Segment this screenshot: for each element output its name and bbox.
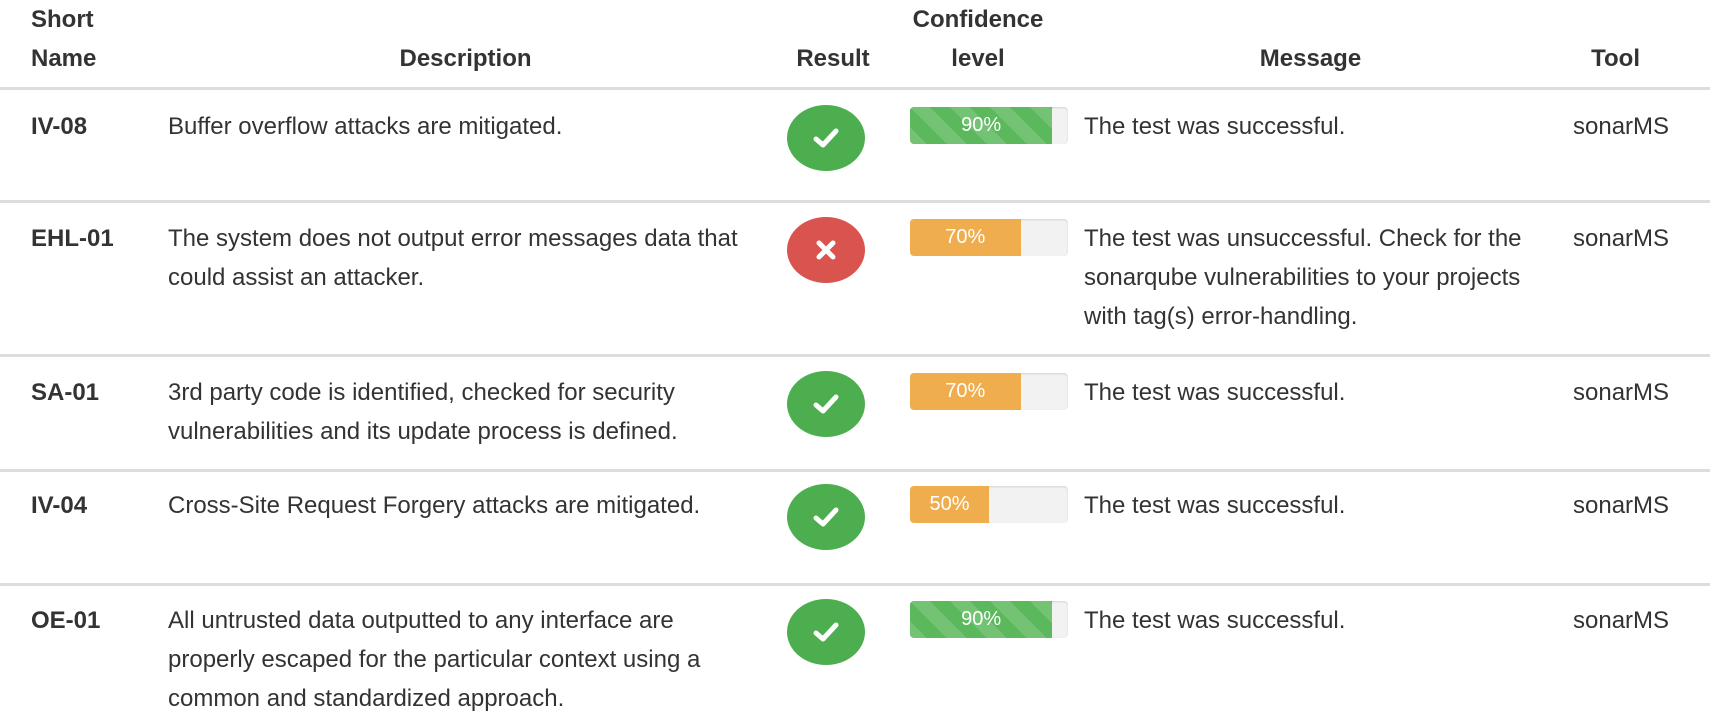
message: The test was successful. (1068, 88, 1553, 203)
header-short-name[interactable]: Short Name (0, 0, 153, 90)
description: Cross-Site Request Forgery attacks are m… (153, 470, 778, 586)
result-cell (778, 470, 888, 586)
message: The test was unsuccessful. Check for the… (1068, 201, 1553, 357)
confidence-cell: 70% (888, 201, 1068, 357)
header-result[interactable]: Result (778, 0, 888, 90)
short-name: EHL-01 (0, 201, 153, 357)
header-short-name-line2: Name (31, 45, 97, 72)
result-cell (778, 355, 888, 472)
message: The test was successful. (1068, 470, 1553, 586)
short-name: SA-01 (0, 355, 153, 472)
table-row: IV-08 Buffer overflow attacks are mitiga… (0, 88, 1710, 203)
confidence-bar: 70% (910, 373, 1021, 410)
confidence-label: 70% (945, 380, 986, 402)
confidence-progress: 90% (910, 601, 1068, 638)
confidence-bar: 90% (910, 107, 1053, 144)
header-tool[interactable]: Tool (1553, 0, 1710, 90)
description: 3rd party code is identified, checked fo… (153, 355, 778, 472)
confidence-progress: 90% (910, 107, 1068, 144)
confidence-label: 90% (961, 114, 1002, 136)
table-row: SA-01 3rd party code is identified, chec… (0, 355, 1710, 472)
short-name: IV-08 (0, 88, 153, 203)
confidence-cell: 50% (888, 470, 1068, 586)
short-name: OE-01 (31, 607, 101, 634)
confidence-cell: 70% (888, 355, 1068, 472)
confidence-label: 70% (945, 226, 986, 248)
tool: sonarMS (1553, 470, 1710, 586)
header-description[interactable]: Description (153, 0, 778, 90)
confidence-progress: 50% (910, 486, 1068, 523)
tool: sonarMS (1553, 201, 1710, 357)
result-cell (778, 585, 888, 725)
check-icon (787, 599, 865, 665)
description: The system does not output error message… (153, 201, 778, 357)
header-message[interactable]: Message (1068, 0, 1553, 90)
table-header: Short Name Description Result Confidence… (0, 0, 1710, 90)
confidence-bar: 50% (910, 486, 989, 523)
short-name: IV-04 (0, 470, 153, 586)
header-confidence-level[interactable]: Confidence level (888, 0, 1068, 90)
confidence-cell: 90% (888, 88, 1068, 203)
x-icon (787, 217, 865, 283)
confidence-cell: 90% (888, 585, 1068, 725)
check-icon (787, 105, 865, 171)
tool: sonarMS (1553, 88, 1710, 203)
table-row: IV-04 Cross-Site Request Forgery attacks… (0, 470, 1710, 586)
confidence-label: 50% (929, 493, 970, 515)
description: All untrusted data outputted to any inte… (168, 607, 701, 712)
tool: sonarMS (1573, 607, 1670, 634)
confidence-bar: 90% (910, 601, 1053, 638)
message: The test was successful. (1084, 607, 1346, 634)
confidence-progress: 70% (910, 373, 1068, 410)
confidence-label: 90% (961, 608, 1002, 630)
table-row: EHL-01 The system does not output error … (0, 201, 1710, 357)
tool: sonarMS (1553, 355, 1710, 472)
check-icon (787, 484, 865, 550)
description: Buffer overflow attacks are mitigated. (153, 88, 778, 203)
table-row: OE-01 All untrusted data outputted to an… (0, 585, 1710, 725)
header-short-name-line1: Short (31, 6, 94, 33)
results-table: Short Name Description Result Confidence… (0, 0, 1710, 725)
message: The test was successful. (1068, 355, 1553, 472)
header-confidence-line2: level (951, 45, 1005, 72)
result-cell (778, 201, 888, 357)
check-icon (787, 371, 865, 437)
confidence-bar: 70% (910, 219, 1021, 256)
result-cell (778, 88, 888, 203)
confidence-progress: 70% (910, 219, 1068, 256)
header-confidence-line1: Confidence (912, 6, 1044, 33)
header-row: Short Name Description Result Confidence… (0, 0, 1710, 90)
table-body: IV-08 Buffer overflow attacks are mitiga… (0, 88, 1710, 725)
